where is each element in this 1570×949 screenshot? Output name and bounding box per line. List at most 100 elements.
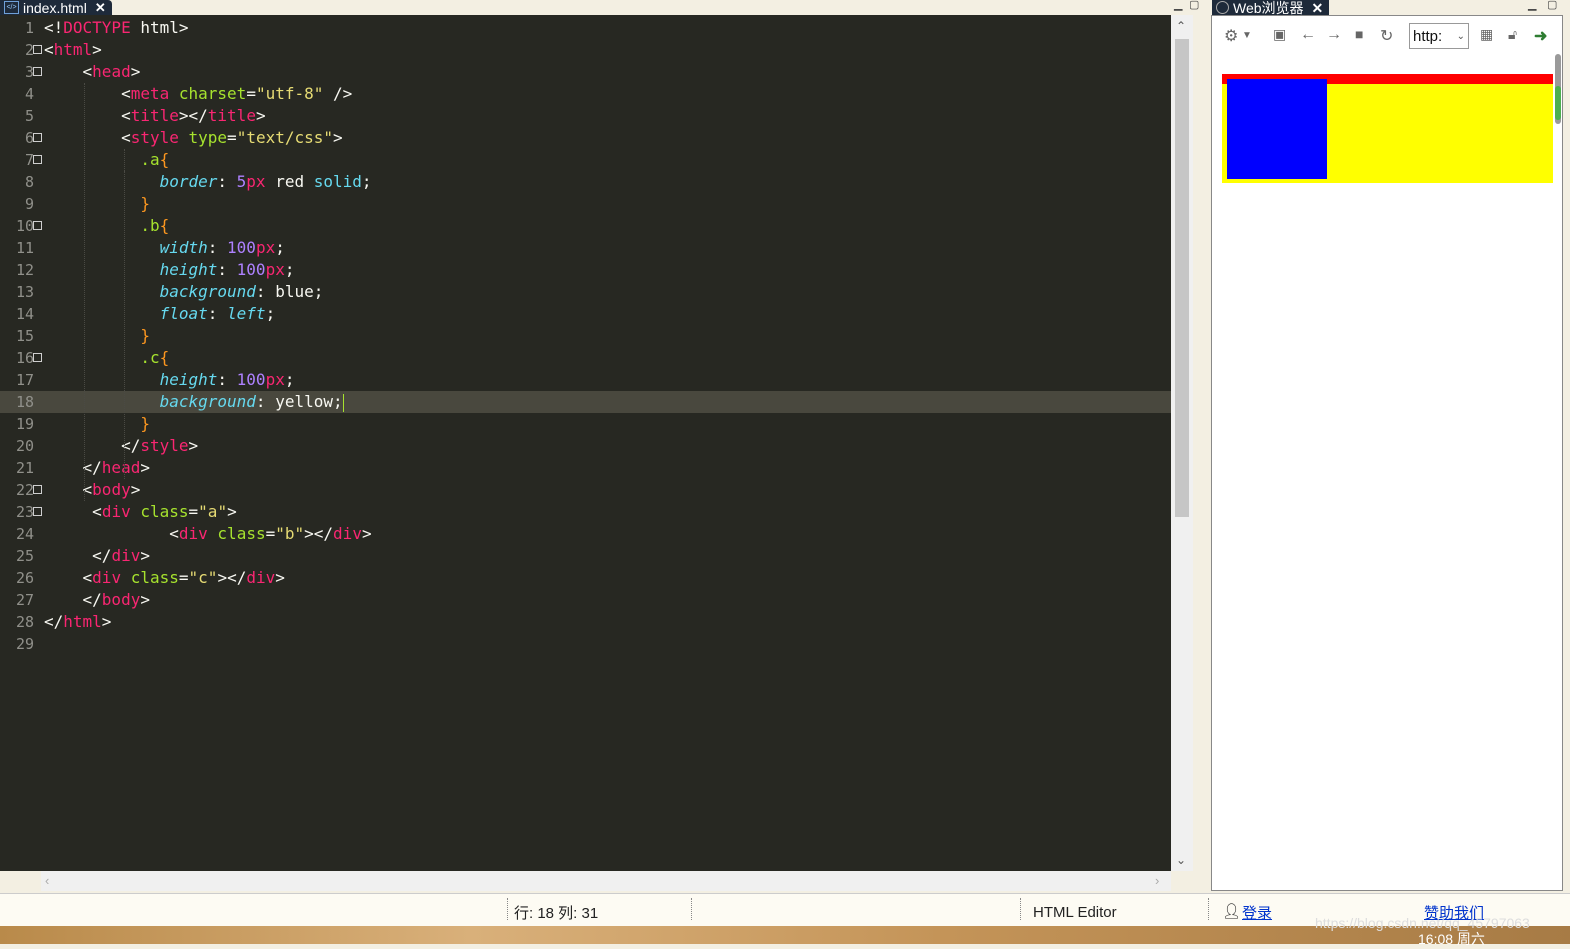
code-line[interactable]: 17 height: 100px; <box>0 369 1171 391</box>
line-number: 29 <box>15 635 34 653</box>
code-line[interactable]: 8 border: 5px red solid; <box>0 171 1171 193</box>
line-number: 7 <box>24 151 34 169</box>
console-icon[interactable]: ▣ <box>1273 26 1286 43</box>
fold-toggle-icon[interactable] <box>33 353 42 362</box>
code-text: background: yellow; <box>159 392 344 412</box>
code-editor[interactable]: 1 <!DOCTYPE html> 2 <html> 3 <head> 4 <meta c… <box>0 15 1171 871</box>
forward-icon[interactable]: → <box>1326 26 1342 44</box>
line-number: 4 <box>24 85 34 103</box>
code-line[interactable]: 25 </div> <box>0 545 1171 567</box>
fold-toggle-icon[interactable] <box>33 507 42 516</box>
panel-divider[interactable] <box>1193 15 1208 891</box>
code-line[interactable]: 26 <div class="c"></div> <box>0 567 1171 589</box>
fold-toggle-icon[interactable] <box>33 45 42 54</box>
line-number: 17 <box>15 371 34 389</box>
line-number: 28 <box>15 613 34 631</box>
code-text: <style type="text/css"> <box>121 128 343 147</box>
refresh-icon[interactable]: ↻ <box>1380 26 1393 46</box>
maximize-icon[interactable]: ▢ <box>1547 0 1557 11</box>
code-text: .c{ <box>140 348 170 367</box>
code-line[interactable]: 4 <meta charset="utf-8" /> <box>0 83 1171 105</box>
rendered-div-a <box>1222 74 1553 183</box>
code-line[interactable]: 12 height: 100px; <box>0 259 1171 281</box>
fold-toggle-icon[interactable] <box>33 221 42 230</box>
code-line[interactable]: 28 </html> <box>0 611 1171 633</box>
code-text: </style> <box>121 436 199 455</box>
gear-icon[interactable]: ⚙ <box>1224 26 1238 46</box>
minimize-icon[interactable]: ▁ <box>1528 0 1536 11</box>
fold-toggle-icon[interactable] <box>33 133 42 142</box>
go-icon[interactable]: ➜ <box>1534 26 1547 46</box>
code-text: background: blue; <box>159 282 324 301</box>
code-line[interactable]: 19 } <box>0 413 1171 435</box>
code-line[interactable]: 15 } <box>0 325 1171 347</box>
code-line[interactable]: 13 background: blue; <box>0 281 1171 303</box>
code-line[interactable]: 21 </head> <box>0 457 1171 479</box>
line-number: 5 <box>24 107 34 125</box>
code-line[interactable]: 14 float: left; <box>0 303 1171 325</box>
line-number: 11 <box>15 239 34 257</box>
line-number: 1 <box>24 19 34 37</box>
line-number: 19 <box>15 415 34 433</box>
fold-toggle-icon[interactable] <box>33 155 42 164</box>
code-line[interactable]: 3 <head> <box>0 61 1171 83</box>
code-line[interactable]: 22 <body> <box>0 479 1171 501</box>
line-number: 18 <box>15 393 34 411</box>
code-line[interactable]: 10 .b{ <box>0 215 1171 237</box>
code-text: </div> <box>92 546 150 565</box>
code-line[interactable]: 29 <box>0 633 1171 655</box>
code-line[interactable]: 2 <html> <box>0 39 1171 61</box>
code-line[interactable]: 7 .a{ <box>0 149 1171 171</box>
dropdown-icon[interactable]: ▼ <box>1242 30 1252 41</box>
url-select[interactable]: http: ⌄ <box>1409 23 1469 49</box>
editor-tab-label: index.html <box>23 0 87 16</box>
line-number: 6 <box>24 129 34 147</box>
code-line[interactable]: 6 <style type="text/css"> <box>0 127 1171 149</box>
line-number: 22 <box>15 481 34 499</box>
line-number: 23 <box>15 503 34 521</box>
code-line[interactable]: 23 <div class="a"> <box>0 501 1171 523</box>
code-line[interactable]: 9 } <box>0 193 1171 215</box>
browser-scroll-thumb[interactable] <box>1555 86 1561 120</box>
browser-tab[interactable]: Web浏览器 ✕ <box>1212 0 1330 15</box>
code-text: .b{ <box>140 216 170 235</box>
fold-toggle-icon[interactable] <box>33 67 42 76</box>
code-line[interactable]: 20 </style> <box>0 435 1171 457</box>
code-line[interactable]: 16 .c{ <box>0 347 1171 369</box>
line-number: 25 <box>15 547 34 565</box>
back-icon[interactable]: ← <box>1300 26 1316 44</box>
scroll-left-icon[interactable]: ‹ <box>45 873 49 888</box>
login-link[interactable]: 登录 <box>1242 902 1272 923</box>
editor-tab-index[interactable]: </> index.html ✕ <box>0 0 112 15</box>
minimize-icon[interactable]: ▁ <box>1174 0 1182 11</box>
fold-toggle-icon[interactable] <box>33 485 42 494</box>
indent-guide <box>124 171 125 435</box>
editor-horizontal-scrollbar[interactable]: ‹ › <box>41 871 1171 891</box>
scroll-up-icon[interactable]: ⌃ <box>1176 19 1186 33</box>
code-line[interactable]: 24 <div class="b"></div> <box>0 523 1171 545</box>
code-text: float: left; <box>159 304 276 323</box>
close-icon[interactable]: ✕ <box>95 0 106 15</box>
editor-vertical-scrollbar[interactable]: ⌃ ⌄ <box>1171 15 1193 871</box>
status-separator <box>507 898 508 920</box>
scroll-down-icon[interactable]: ⌄ <box>1176 853 1186 867</box>
lock-icon[interactable]: 🔓︎ <box>1508 26 1517 43</box>
code-line[interactable]: 18 background: yellow; <box>0 391 1171 413</box>
line-number: 2 <box>24 41 34 59</box>
maximize-icon[interactable]: ▢ <box>1189 0 1199 11</box>
html-file-icon: </> <box>4 1 19 14</box>
stop-icon[interactable]: ■ <box>1355 26 1363 42</box>
code-text: width: 100px; <box>159 238 285 257</box>
close-icon[interactable]: ✕ <box>1312 1 1324 15</box>
code-line[interactable]: 1 <!DOCTYPE html> <box>0 17 1171 39</box>
scroll-thumb[interactable] <box>1175 39 1189 517</box>
code-line[interactable]: 11 width: 100px; <box>0 237 1171 259</box>
code-text: <title></title> <box>121 106 266 125</box>
code-text: <div class="b"></div> <box>169 524 372 543</box>
line-number: 16 <box>15 349 34 367</box>
code-line[interactable]: 27 </body> <box>0 589 1171 611</box>
qr-icon[interactable]: ▦ <box>1480 26 1493 43</box>
cursor-position: 行: 18 列: 31 <box>514 905 599 922</box>
code-line[interactable]: 5 <title></title> <box>0 105 1171 127</box>
scroll-right-icon[interactable]: › <box>1155 873 1159 888</box>
